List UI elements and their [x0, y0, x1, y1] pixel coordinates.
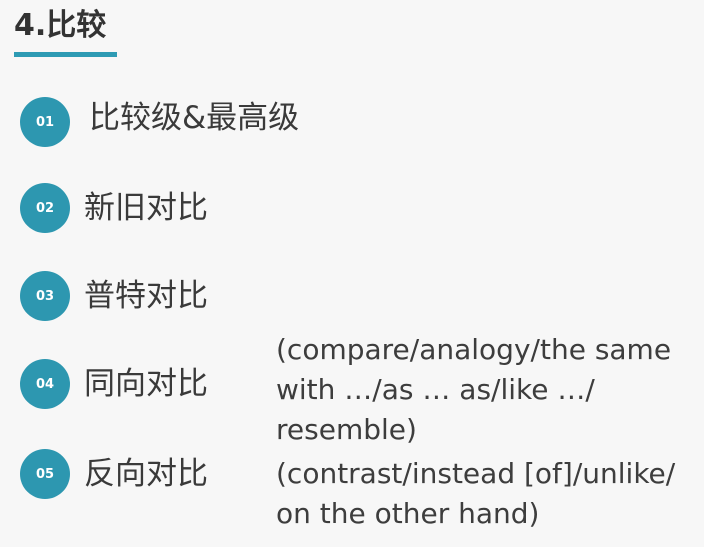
section-title: 4.比较 [14, 8, 107, 43]
item-label-01: 比较级&最高级 [89, 100, 300, 136]
item-number-badge-01: 01 [20, 97, 70, 147]
item-number-badge-04: 04 [20, 359, 70, 409]
item-label-04: 同向对比 [84, 366, 208, 402]
item-note-04-line-1: (compare/analogy/the same [276, 333, 672, 366]
item-note-04-line-2: with …/as … as/like …/ [276, 373, 595, 406]
item-note-05-line-2: on the other hand) [276, 497, 540, 530]
item-label-03: 普特对比 [84, 278, 208, 314]
title-underline [14, 52, 117, 57]
item-note-05-line-1: (contrast/instead [of]/unlike/ [276, 457, 676, 490]
item-number-badge-05: 05 [20, 449, 70, 499]
item-number-badge-02: 02 [20, 183, 70, 233]
item-note-04-line-3: resemble) [276, 413, 417, 446]
item-number-badge-03: 03 [20, 271, 70, 321]
item-label-05: 反向对比 [84, 456, 208, 492]
item-label-02: 新旧对比 [84, 190, 208, 226]
